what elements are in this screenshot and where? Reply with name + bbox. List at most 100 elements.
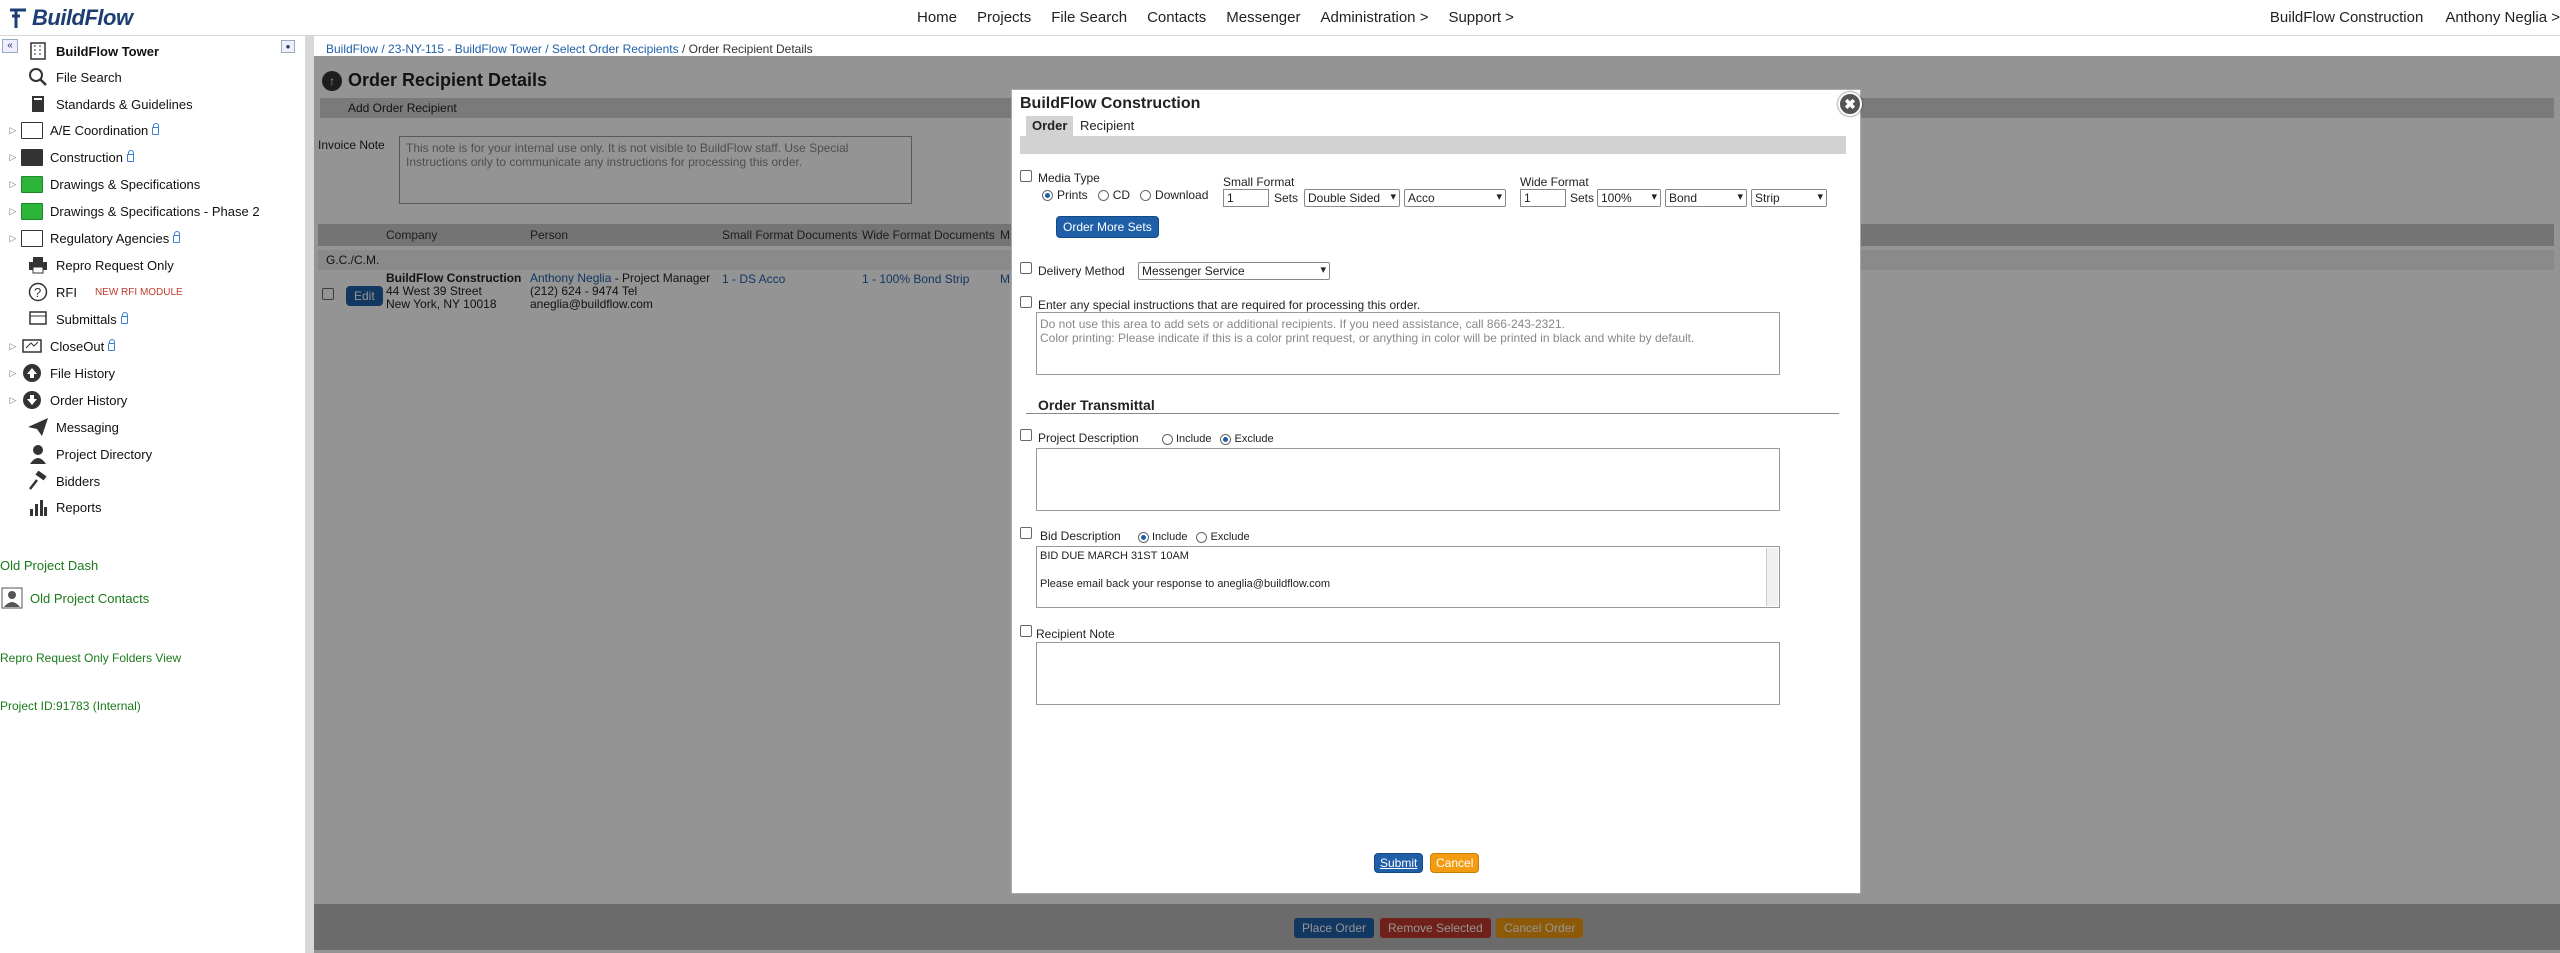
recipient-note-field[interactable] xyxy=(1036,642,1780,705)
expand-arrow-icon[interactable]: ▷ xyxy=(6,341,20,352)
nav-messenger[interactable]: Messenger xyxy=(1226,9,1300,26)
order-more-sets-button[interactable]: Order More Sets xyxy=(1056,216,1159,238)
sidebar-item-reports[interactable]: Reports xyxy=(26,495,102,519)
sidebar-item-repro[interactable]: Repro Request Only xyxy=(26,253,174,277)
nav-contacts[interactable]: Contacts xyxy=(1147,9,1206,26)
sidebar-item-label: Messaging xyxy=(56,419,119,435)
nav-support[interactable]: Support > xyxy=(1448,9,1513,26)
up-arrow-circle-icon xyxy=(20,362,44,384)
tab-order[interactable]: Order xyxy=(1026,116,1074,136)
user-area: BuildFlow Construction Anthony Neglia > xyxy=(2270,9,2560,26)
folder-icon xyxy=(20,146,44,168)
sidebar-item-closeout[interactable]: ▷ CloseOut xyxy=(6,334,116,358)
special-instructions-field[interactable]: Do not use this area to add sets or addi… xyxy=(1036,312,1780,375)
sidebar-item-drawings-phase-2[interactable]: ▷ Drawings & Specifications - Phase 2 xyxy=(6,199,260,223)
special-instructions-checkbox[interactable] xyxy=(1020,296,1032,308)
section-divider xyxy=(1026,413,1839,414)
flag-icon xyxy=(26,308,50,330)
expand-arrow-icon[interactable]: ▷ xyxy=(6,233,20,244)
old-project-dash-link[interactable]: Old Project Dash xyxy=(0,558,98,573)
dialog-title: BuildFlow Construction xyxy=(1020,95,1201,112)
sidebar-item-label: Bidders xyxy=(56,473,101,489)
project-description-checkbox[interactable] xyxy=(1020,429,1032,441)
expand-arrow-icon[interactable]: ▷ xyxy=(6,125,20,136)
project-description-options: Include Exclude xyxy=(1162,433,1274,445)
bid-description-checkbox[interactable] xyxy=(1020,527,1032,539)
small-format-sets-input[interactable]: 1 xyxy=(1223,189,1269,207)
user-menu[interactable]: Anthony Neglia > xyxy=(2445,9,2560,26)
download-radio[interactable] xyxy=(1140,189,1152,201)
expand-arrow-icon[interactable]: ▷ xyxy=(6,368,20,379)
sided-select[interactable]: Double Sided xyxy=(1304,189,1400,207)
nav-home[interactable]: Home xyxy=(917,9,957,26)
order-transmittal-heading: Order Transmittal xyxy=(1038,397,1155,413)
nav-file-search[interactable]: File Search xyxy=(1051,9,1127,26)
delivery-method-checkbox[interactable] xyxy=(1020,262,1032,274)
sidebar-item-label: Project Directory xyxy=(56,446,153,462)
person-icon xyxy=(26,443,50,465)
sidebar-item-bidders[interactable]: Bidders xyxy=(26,469,100,493)
bid-exclude-radio[interactable] xyxy=(1196,531,1208,543)
nav-projects[interactable]: Projects xyxy=(977,9,1031,26)
sidebar-item-order-history[interactable]: ▷ Order History xyxy=(6,388,127,412)
prints-radio[interactable] xyxy=(1042,189,1053,201)
nav-administration[interactable]: Administration > xyxy=(1320,9,1428,26)
paper-select[interactable]: Bond xyxy=(1665,189,1747,207)
bar-chart-icon xyxy=(26,496,50,518)
project-description-field[interactable] xyxy=(1036,448,1780,511)
delivery-method-label: Delivery Method xyxy=(1038,264,1125,278)
submit-button[interactable]: Submit xyxy=(1374,853,1424,873)
collapse-sidebar-button[interactable]: « xyxy=(2,39,18,53)
sidebar-item-rfi[interactable]: ? RFI NEW RFI MODULE xyxy=(26,280,183,304)
sidebar-item-ae-coordination[interactable]: ▷ A/E Coordination xyxy=(6,118,160,142)
wide-format-sets-input[interactable]: 1 xyxy=(1520,189,1566,207)
project-include-radio[interactable] xyxy=(1162,433,1173,445)
repro-folders-view-link[interactable]: Repro Request Only Folders View xyxy=(0,651,181,665)
recipient-note-checkbox[interactable] xyxy=(1020,625,1032,637)
expand-arrow-icon[interactable]: ▷ xyxy=(6,179,20,190)
paper-plane-icon xyxy=(26,416,50,438)
lock-icon xyxy=(120,312,128,324)
sidebar-item-regulatory[interactable]: ▷ Regulatory Agencies xyxy=(6,226,181,250)
sidebar-splitter[interactable] xyxy=(305,36,314,953)
logo-text: BuildFlow xyxy=(32,5,133,30)
sidebar-item-construction[interactable]: ▷ Construction xyxy=(6,145,134,169)
old-project-contacts-link[interactable]: Old Project Contacts xyxy=(0,586,149,610)
expand-arrow-icon[interactable]: ▷ xyxy=(6,206,20,217)
sidebar-item-submittals[interactable]: Submittals xyxy=(26,307,128,331)
bid-description-scrollbar[interactable] xyxy=(1766,548,1778,606)
small-binding-select[interactable]: Acco xyxy=(1404,189,1506,207)
sidebar-item-drawings[interactable]: ▷ Drawings & Specifications xyxy=(6,172,200,196)
company-menu[interactable]: BuildFlow Construction xyxy=(2270,9,2423,26)
scale-select[interactable]: 100% xyxy=(1597,189,1661,207)
buildflow-logo[interactable]: BuildFlow xyxy=(6,5,133,31)
media-options: Prints CD Download xyxy=(1042,188,1208,202)
cancel-button[interactable]: Cancel xyxy=(1430,853,1480,873)
sidebar-item-file-search[interactable]: File Search xyxy=(26,65,122,89)
sidebar-item-standards[interactable]: Standards & Guidelines xyxy=(26,92,193,116)
pin-icon[interactable]: ● xyxy=(281,40,295,53)
tab-recipient[interactable]: Recipient xyxy=(1074,116,1140,136)
expand-arrow-icon[interactable]: ▷ xyxy=(6,152,20,163)
cd-radio[interactable] xyxy=(1097,189,1109,201)
include-label: Include xyxy=(1176,433,1212,445)
expand-arrow-icon[interactable]: ▷ xyxy=(6,395,20,406)
sidebar-item-label: File Search xyxy=(56,69,122,85)
sets-label: Sets xyxy=(1274,191,1299,205)
sidebar-item-project-directory[interactable]: Project Directory xyxy=(26,442,152,466)
breadcrumb-project[interactable]: / 23-NY-115 - BuildFlow Tower xyxy=(378,42,542,56)
bid-description-field[interactable]: BID DUE MARCH 31ST 10AM Please email bac… xyxy=(1036,546,1780,608)
delivery-method-select[interactable]: Messenger Service xyxy=(1138,262,1330,280)
breadcrumb-home[interactable]: BuildFlow xyxy=(326,42,378,56)
sidebar-item-label: A/E Coordination xyxy=(50,122,149,138)
wide-binding-select[interactable]: Strip xyxy=(1751,189,1827,207)
breadcrumb-select-recipients[interactable]: / Select Order Recipients xyxy=(542,42,678,56)
sidebar-item-file-history[interactable]: ▷ File History xyxy=(6,361,115,385)
sidebar-project[interactable]: BuildFlow Tower xyxy=(26,39,159,63)
close-icon[interactable]: ✖ xyxy=(1838,92,1862,116)
sidebar-item-label: Order History xyxy=(50,392,128,408)
project-exclude-radio[interactable] xyxy=(1220,433,1232,445)
sidebar-item-messaging[interactable]: Messaging xyxy=(26,415,119,439)
media-type-checkbox[interactable] xyxy=(1020,170,1032,182)
bid-include-radio[interactable] xyxy=(1138,531,1149,543)
